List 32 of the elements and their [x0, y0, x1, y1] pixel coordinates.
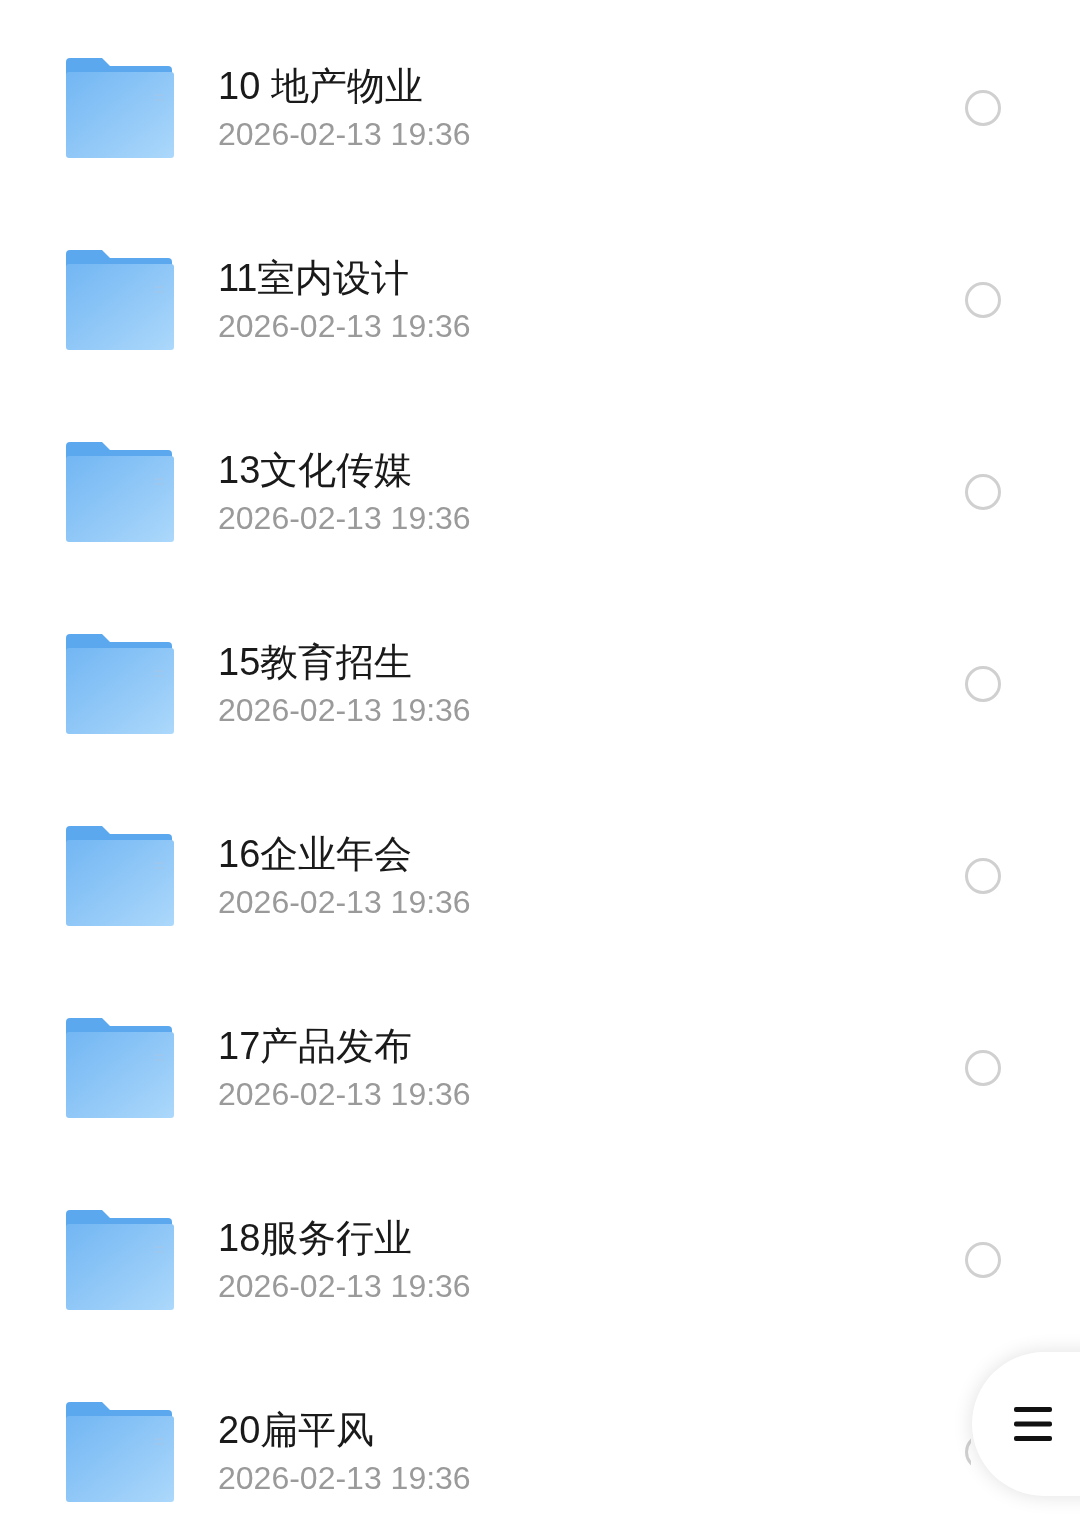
folder-icon	[66, 1018, 174, 1118]
select-radio[interactable]	[965, 1050, 1001, 1086]
select-radio[interactable]	[965, 282, 1001, 318]
folder-icon	[66, 826, 174, 926]
menu-icon	[1014, 1405, 1052, 1443]
folder-icon	[66, 634, 174, 734]
modified-date: 2026-02-13 19:36	[218, 1267, 472, 1306]
select-radio[interactable]	[965, 474, 1001, 510]
folder-name: 11室内设计	[218, 256, 411, 301]
modified-date: 2026-02-13 19:36	[218, 691, 472, 730]
modified-date: 2026-02-13 19:36	[218, 115, 472, 154]
folder-icon	[66, 442, 174, 542]
select-radio[interactable]	[965, 858, 1001, 894]
select-radio[interactable]	[965, 90, 1001, 126]
folder-name: 16企业年会	[218, 832, 414, 877]
folder-name: 13文化传媒	[218, 448, 414, 493]
folder-name: 17产品发布	[218, 1024, 414, 1069]
folder-name: 20扁平风	[218, 1408, 376, 1453]
modified-date: 2026-02-13 19:36	[218, 307, 472, 346]
folder-icon	[66, 1402, 174, 1502]
folder-icon	[66, 1210, 174, 1310]
modified-date: 2026-02-13 19:36	[218, 1459, 472, 1498]
folder-name: 15教育招生	[218, 640, 414, 685]
modified-date: 2026-02-13 19:36	[218, 1075, 472, 1114]
folder-icon	[66, 250, 174, 350]
modified-date: 2026-02-13 19:36	[218, 883, 472, 922]
modified-date: 2026-02-13 19:36	[218, 499, 472, 538]
folder-icon	[66, 58, 174, 158]
folder-name: 10 地产物业	[218, 64, 424, 109]
select-radio[interactable]	[965, 666, 1001, 702]
folder-name: 18服务行业	[218, 1216, 414, 1261]
select-radio[interactable]	[965, 1242, 1001, 1278]
